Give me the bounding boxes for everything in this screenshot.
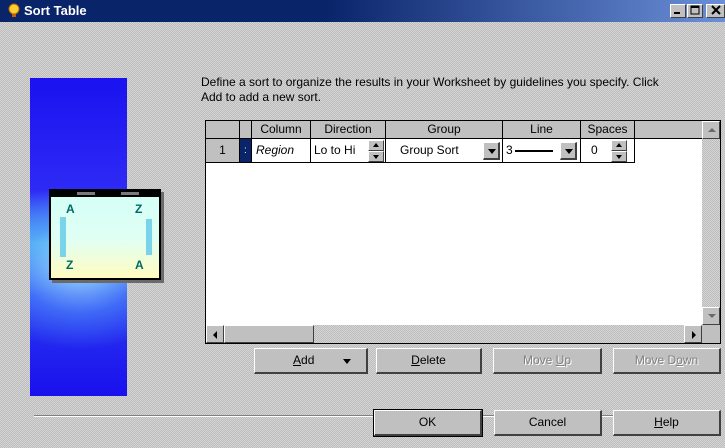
minimize-icon <box>674 12 680 14</box>
window-title: Sort Table <box>24 3 87 18</box>
row-number[interactable]: 1 <box>206 139 240 163</box>
illustration-letter: A <box>66 202 75 216</box>
spin-down-button[interactable] <box>611 151 627 162</box>
scroll-down-button[interactable] <box>702 307 720 325</box>
delete-button[interactable]: Delete <box>376 348 482 374</box>
chevron-down-icon[interactable] <box>343 359 351 364</box>
close-icon <box>710 5 721 15</box>
line-value: 3 <box>506 143 513 157</box>
illustration-letter: Z <box>66 258 74 272</box>
line-cell[interactable]: 3 <box>503 139 581 163</box>
spin-up-button[interactable] <box>368 140 384 151</box>
direction-spinner[interactable] <box>368 140 384 162</box>
scroll-right-button[interactable] <box>684 325 702 343</box>
ok-button[interactable]: OK <box>373 409 483 437</box>
minimize-button[interactable] <box>670 4 686 18</box>
direction-value: Lo to Hi <box>314 143 356 157</box>
scroll-corner <box>702 325 720 343</box>
chevron-down-icon <box>488 149 496 154</box>
table-row[interactable]: 1 : Region Lo to Hi Group Sort 3 0 <box>206 139 720 163</box>
sort-illustration-sheet: A Z Z A <box>49 189 161 280</box>
spaces-header[interactable]: Spaces <box>581 121 635 138</box>
spin-up-button[interactable] <box>611 140 627 151</box>
chevron-down-icon <box>565 149 573 154</box>
group-value: Group Sort <box>400 143 459 157</box>
line-style-sample <box>515 150 553 152</box>
scroll-thumb[interactable] <box>224 325 314 343</box>
scroll-left-button[interactable] <box>206 325 224 343</box>
group-dropdown-button[interactable] <box>483 142 500 160</box>
direction-cell[interactable]: Lo to Hi <box>311 139 386 163</box>
sort-grid[interactable]: Column Direction Group Line Spaces 1 : R… <box>205 120 721 344</box>
move-down-button[interactable]: Move Down <box>613 348 721 374</box>
header-indicator <box>240 121 252 138</box>
group-cell[interactable]: Group Sort <box>386 139 503 163</box>
scroll-up-button[interactable] <box>702 121 720 139</box>
spaces-spinner[interactable] <box>611 140 627 162</box>
maximize-button[interactable] <box>687 4 703 18</box>
line-header[interactable]: Line <box>503 121 581 138</box>
dialog-body: A Z Z A Define a sort to organize the re… <box>0 22 725 448</box>
vertical-scrollbar[interactable] <box>702 121 720 325</box>
illustration-letter: Z <box>135 202 143 216</box>
illustration-letter: A <box>135 258 144 272</box>
grid-header: Column Direction Group Line Spaces <box>206 121 720 139</box>
close-button[interactable] <box>706 4 725 18</box>
header-corner <box>206 121 240 138</box>
horizontal-scrollbar[interactable] <box>206 325 702 343</box>
maximize-icon <box>690 5 700 15</box>
direction-header[interactable]: Direction <box>311 121 386 138</box>
add-button[interactable]: Add <box>254 348 368 374</box>
title-bar: Sort Table <box>0 0 725 22</box>
line-dropdown-button[interactable] <box>560 142 577 160</box>
move-up-button[interactable]: Move Up <box>493 348 602 374</box>
cancel-button[interactable]: Cancel <box>494 410 602 436</box>
add-button-label: Add <box>293 353 315 367</box>
group-header[interactable]: Group <box>386 121 503 138</box>
spin-down-button[interactable] <box>368 151 384 162</box>
row-selector[interactable]: : <box>240 139 252 163</box>
spaces-cell[interactable]: 0 <box>581 139 635 163</box>
instructions-text: Define a sort to organize the results in… <box>201 75 659 104</box>
lightbulb-icon <box>8 3 20 17</box>
spaces-value: 0 <box>591 143 598 157</box>
column-header[interactable]: Column <box>252 121 311 138</box>
column-cell[interactable]: Region <box>252 139 311 163</box>
help-button[interactable]: Help <box>613 410 721 436</box>
